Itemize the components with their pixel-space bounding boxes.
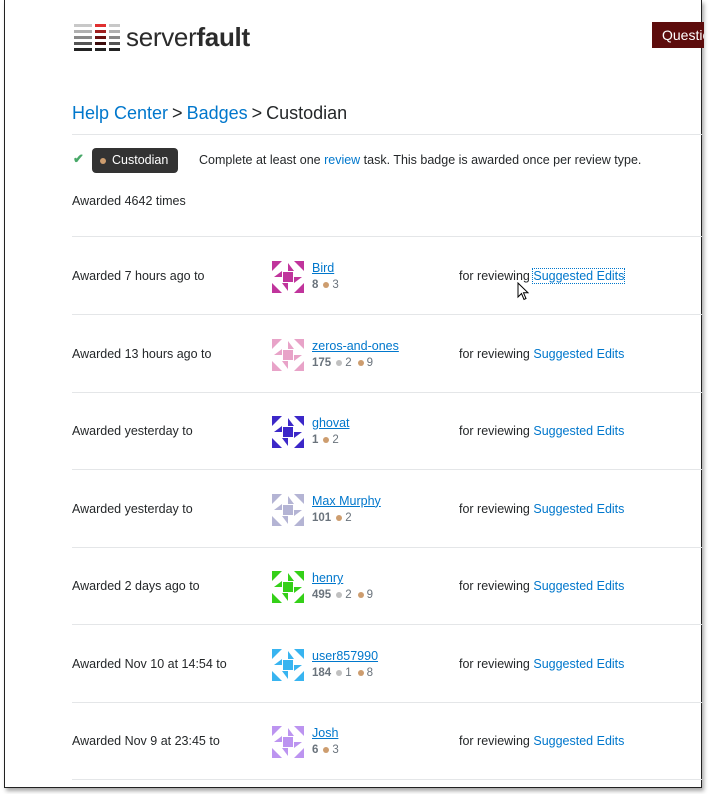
award-reason: for reviewing Suggested Edits <box>459 424 625 438</box>
award-time: Awarded Nov 9 at 23:45 to <box>72 734 220 748</box>
bronze-badge-dot-icon <box>323 747 330 753</box>
user-link[interactable]: ghovat <box>312 416 350 430</box>
review-type-link[interactable]: Suggested Edits <box>533 734 624 748</box>
user-link[interactable]: Bird <box>312 261 334 275</box>
bronze-badge-count: 3 <box>323 279 339 291</box>
user-avatar-icon[interactable] <box>272 726 304 758</box>
award-reason: for reviewing Suggested Edits <box>459 346 625 361</box>
logo-text: serverfault <box>126 22 250 52</box>
user-avatar-icon[interactable] <box>272 261 304 293</box>
earned-check-icon: ✔ <box>73 151 84 166</box>
breadcrumb-current: Custodian <box>266 103 348 123</box>
award-time: Awarded 7 hours ago to <box>72 269 205 283</box>
user-link[interactable]: henry <box>312 571 343 585</box>
award-reason: for reviewing Suggested Edits <box>459 656 625 671</box>
breadcrumb-help-center[interactable]: Help Center <box>72 103 168 123</box>
mouse-cursor-icon <box>517 282 530 301</box>
user-link[interactable]: zeros-and-ones <box>312 339 399 353</box>
user-link[interactable]: Josh <box>312 726 338 740</box>
user-avatar-icon[interactable] <box>272 571 304 603</box>
bronze-badge-dot-icon <box>323 282 330 288</box>
reputation-score: 184 <box>312 666 332 679</box>
user-link[interactable]: user857990 <box>312 649 378 663</box>
breadcrumb: Help Center > Badges > Custodian <box>72 103 347 124</box>
silver-badge-count: 2 <box>336 589 352 601</box>
user-reputation: 495 2 9 <box>312 589 379 601</box>
breadcrumb-separator: > <box>251 103 263 123</box>
site-logo[interactable]: serverfault <box>74 22 250 52</box>
award-row: Awarded 2 days ago to henry 495 2 9 for revie… <box>72 547 702 625</box>
badge-description: Complete at least one review task. This … <box>199 153 642 167</box>
bronze-badge-dot-icon <box>336 514 343 521</box>
bronze-badge-dot-icon <box>357 592 364 598</box>
user-avatar-icon[interactable] <box>272 493 304 526</box>
award-time: Awarded 2 days ago to <box>72 579 200 593</box>
reputation-score: 175 <box>312 356 332 369</box>
reputation-score: 8 <box>312 279 319 291</box>
breadcrumb-separator: > <box>172 103 183 123</box>
bronze-badge-dot-icon <box>357 359 364 366</box>
user-avatar-icon[interactable] <box>272 338 304 371</box>
award-time: Awarded 13 hours ago to <box>72 346 212 361</box>
user-reputation: 184 1 8 <box>312 667 379 679</box>
award-reason: for reviewing Suggested Edits <box>459 734 625 748</box>
award-time: Awarded yesterday to <box>72 501 193 516</box>
award-row: Awarded yesterday to ghovat 1 2 for reviewin… <box>72 392 702 470</box>
reputation-score: 101 <box>312 511 332 524</box>
bronze-badge-dot-icon <box>323 437 330 443</box>
award-row: Awarded 7 hours ago to Bird 8 3 for reviewin… <box>72 237 702 315</box>
user-reputation: 63 <box>312 744 345 756</box>
divider <box>72 134 702 135</box>
award-row: Awarded yesterday to Max Murphy 101 2 for re… <box>72 470 702 548</box>
review-type-link[interactable]: Suggested Edits <box>533 502 624 516</box>
award-row: Awarded 13 hours ago to zeros-and-ones 175… <box>72 315 702 393</box>
user-reputation: 83 <box>312 279 345 291</box>
serverfault-logo-icon <box>74 22 120 52</box>
bronze-badge-count: 2 <box>323 434 339 446</box>
user-reputation: 101 2 <box>312 512 358 524</box>
silver-badge-dot-icon <box>336 592 343 598</box>
reputation-score: 6 <box>312 744 319 756</box>
bronze-badge-dot-icon <box>100 157 106 164</box>
award-reason: for reviewing Suggested Edits <box>459 501 625 516</box>
review-type-link[interactable]: Suggested Edits <box>533 657 624 671</box>
reputation-score: 495 <box>312 589 332 601</box>
award-reason: for reviewing Suggested Edits <box>459 579 625 593</box>
user-avatar-icon[interactable] <box>272 648 304 681</box>
user-avatar-icon[interactable] <box>272 416 304 448</box>
review-type-link[interactable]: Suggested Edits <box>533 347 624 361</box>
user-reputation: 12 <box>312 434 345 446</box>
user-reputation: 175 2 9 <box>312 357 379 369</box>
silver-badge-dot-icon <box>336 669 343 676</box>
review-type-link[interactable]: Suggested Edits <box>533 424 624 438</box>
silver-badge-dot-icon <box>336 359 343 366</box>
bronze-badge-count: 9 <box>357 589 373 601</box>
badge-name: Custodian <box>112 153 169 167</box>
award-row: Awarded Nov 9 at 23:45 to Josh 6 3 for revie… <box>72 702 702 780</box>
user-link[interactable]: Max Murphy <box>312 494 381 508</box>
award-reason: for reviewing Suggested Edits <box>459 268 626 284</box>
questions-button[interactable]: Questions <box>652 22 704 48</box>
divider <box>72 779 702 780</box>
bronze-badge-count: 2 <box>336 512 352 524</box>
award-time: Awarded Nov 10 at 14:54 to <box>72 656 227 671</box>
awarded-count: Awarded 4642 times <box>72 194 186 208</box>
bronze-badge-count: 9 <box>357 357 373 369</box>
bronze-badge-dot-icon <box>357 669 364 676</box>
silver-badge-count: 1 <box>336 667 352 679</box>
badge-custodian[interactable]: Custodian <box>92 148 179 173</box>
silver-badge-count: 2 <box>336 357 352 369</box>
award-row: Awarded Nov 10 at 14:54 to user857990 184 1… <box>72 625 702 703</box>
reputation-score: 1 <box>312 434 319 446</box>
bronze-badge-count: 3 <box>323 744 339 756</box>
breadcrumb-badges[interactable]: Badges <box>187 103 248 123</box>
review-type-link[interactable]: Suggested Edits <box>532 268 626 284</box>
review-link[interactable]: review <box>324 153 360 167</box>
review-type-link[interactable]: Suggested Edits <box>533 579 624 593</box>
bronze-badge-count: 8 <box>357 667 373 679</box>
award-time: Awarded yesterday to <box>72 424 193 438</box>
